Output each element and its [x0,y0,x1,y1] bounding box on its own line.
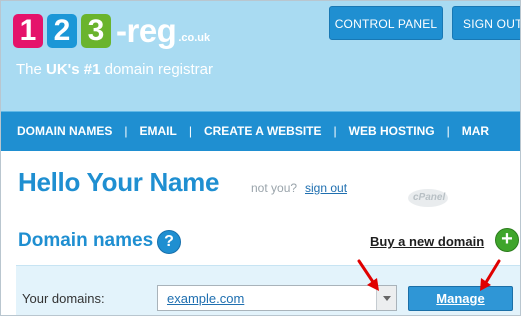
page-frame: 1 2 3 -reg .co.uk The UK's #1 domain reg… [0,0,521,316]
help-icon[interactable]: ? [157,230,181,254]
site-logo[interactable]: 1 2 3 -reg .co.uk [13,8,210,48]
tagline-pre: The [16,61,47,78]
nav-separator: | [188,124,192,138]
nav-item-create-a-website[interactable]: CREATE A WEBSITE [204,112,322,150]
nav-item-marketing[interactable]: MAR [462,112,489,150]
sign-out-button[interactable]: SIGN OUT [452,6,520,40]
not-you-text: not you? [251,181,298,195]
domain-names-heading: Domain names [18,230,154,251]
red-arrow-icon [357,259,379,291]
logo-tld: .co.uk [178,32,211,44]
nav-separator: | [446,124,450,138]
nav-item-email[interactable]: EMAIL [139,112,176,150]
control-panel-button[interactable]: CONTROL PANEL [329,6,443,40]
chevron-down-icon [383,296,391,301]
cpanel-logo-text: cPanel [413,192,445,203]
nav-separator: | [124,124,128,138]
logo-name: -reg [116,12,177,49]
tagline: The UK's #1 domain registrar [16,61,213,78]
buy-new-domain-link[interactable]: Buy a new domain [370,234,484,249]
logo-digit-2: 2 [47,14,77,48]
nav-item-web-hosting[interactable]: WEB HOSTING [349,112,435,150]
main-nav: DOMAIN NAMES | EMAIL | CREATE A WEBSITE | WEB … [1,111,520,151]
sign-out-link[interactable]: sign out [305,181,347,195]
logo-digit-3: 3 [81,14,111,48]
domain-select-value: example.com [167,291,245,306]
tagline-bold: UK's #1 [46,61,101,78]
nav-item-domain-names[interactable]: DOMAIN NAMES [17,112,112,150]
logo-digit-1: 1 [13,14,43,48]
site-header: 1 2 3 -reg .co.uk The UK's #1 domain reg… [1,1,520,111]
add-domain-plus-icon[interactable]: + [495,228,519,252]
tagline-post: domain registrar [100,61,213,78]
greeting-heading: Hello Your Name [18,167,220,197]
nav-separator: | [333,124,337,138]
your-domains-label: Your domains: [22,291,105,306]
cpanel-logo: cPanel [405,184,451,210]
red-arrow-icon [480,259,501,291]
